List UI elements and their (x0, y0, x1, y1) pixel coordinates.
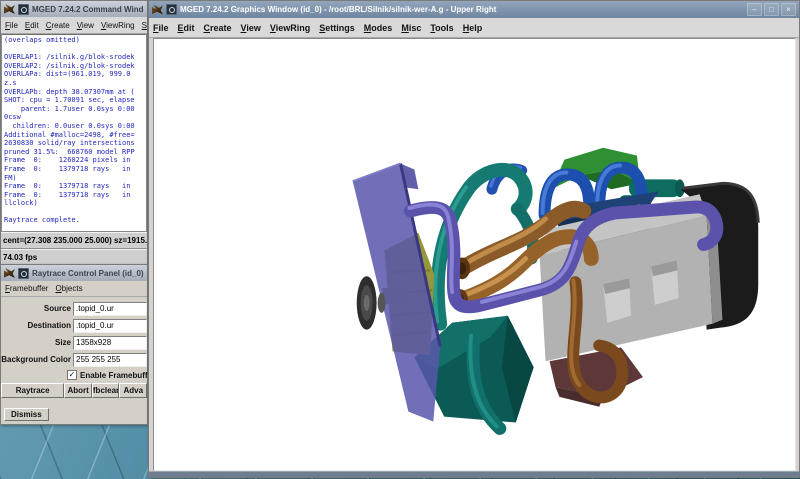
terminal-line: SHOT: cpu = 1.70091 sec, elapse (4, 96, 146, 105)
menu-item[interactable]: Se (142, 21, 147, 30)
terminal-line: Frame 0: 1379718 rays in (4, 191, 146, 200)
field-label: Source (1, 304, 73, 313)
field-entry[interactable]: .topid_0.ur (73, 302, 147, 316)
field-label: Destination (1, 321, 73, 330)
command-menubar: File Edit Create View ViewRing Se (1, 17, 147, 34)
terminal-line: pruned 31.5%: 668760 model RPP (4, 148, 146, 157)
terminal-line: OVERLAPb: depth 38.07307mm at ( (4, 88, 146, 97)
menu-item[interactable]: Framebuffer (5, 284, 48, 293)
enable-framebuffer-label: Enable Framebuffer (80, 371, 155, 380)
field-entry[interactable]: 255 255 255 (73, 353, 147, 367)
terminal-line: FM) (4, 174, 146, 183)
menu-item[interactable]: Edit (25, 21, 39, 30)
window-icon (166, 4, 177, 15)
menu-item[interactable]: Edit (178, 23, 195, 33)
terminal-line: children: 0.0user 0.0sys 0:00 (4, 122, 146, 131)
menu-item[interactable]: View (241, 23, 261, 33)
raytrace-panel-body: Source .topid_0.ur Destination .topid_0.… (1, 297, 147, 422)
field-row: Destination .topid_0.ur (1, 317, 147, 334)
terminal-line: OVERLAPa: dist=(961.019, 999.0 (4, 70, 146, 79)
menu-item[interactable]: File (5, 21, 18, 30)
terminal-line: Frame 0: 1379718 rays in (4, 182, 146, 191)
menu-item[interactable]: Settings (319, 23, 355, 33)
menu-item[interactable]: Tools (430, 23, 453, 33)
graphics-window-bottom-frame (149, 471, 799, 477)
minimize-button[interactable]: – (747, 3, 762, 16)
field-label: Background Color (1, 355, 73, 364)
menu-item[interactable]: ViewRing (270, 23, 310, 33)
field-entry[interactable]: .topid_0.ur (73, 319, 147, 333)
terminal-line: (overlaps omitted) (4, 36, 146, 45)
command-window-title: MGED 7.24.2 Command Window (id (32, 5, 144, 14)
field-label: Size (1, 338, 73, 347)
raytrace-menubar: Framebuffer Objects (1, 281, 147, 297)
graphics-window-titlebar[interactable]: MGED 7.24.2 Graphics Window (id_0) - /ro… (149, 1, 799, 18)
terminal-line: Additional #malloc=2498, #free= (4, 131, 146, 140)
raytrace-panel-title: Raytrace Control Panel (id_0) (32, 269, 144, 278)
raytrace-panel-titlebar[interactable]: Raytrace Control Panel (id_0) (1, 265, 147, 281)
menu-item[interactable]: Objects (55, 284, 82, 293)
terminal-line: Frame 0: 1260224 pixels in (4, 156, 146, 165)
close-button[interactable]: × (781, 3, 796, 16)
terminal-line: 0csw (4, 113, 146, 122)
terminal-line: parent: 1.7user 0.0sys 0:00 (4, 105, 146, 114)
enable-framebuffer-row: ✓ Enable Framebuffer (1, 368, 147, 382)
terminal-line: OVERLAP2: /silnik.g/blok-srodek (4, 62, 146, 71)
terminal-line (4, 45, 146, 54)
terminal-line: z.s (4, 79, 146, 88)
field-entry[interactable]: 1358x928 (73, 336, 147, 350)
raytrace-action-button[interactable]: fbclear (92, 383, 120, 398)
mged-logo-icon (152, 5, 163, 15)
field-row: Source .topid_0.ur (1, 300, 147, 317)
field-row: Size 1358x928 (1, 334, 147, 351)
raytrace-action-button[interactable]: Raytrace (1, 383, 64, 398)
graphics-window: MGED 7.24.2 Graphics Window (id_0) - /ro… (148, 0, 800, 478)
menu-item[interactable]: Create (46, 21, 70, 30)
engine-model (154, 39, 795, 470)
3d-viewport[interactable] (153, 38, 796, 471)
graphics-menubar: File Edit Create View ViewRing Settings Modes M… (149, 18, 799, 38)
terminal-prompt-line: mged> (4, 225, 146, 232)
field-row: Background Color 255 255 255 (1, 351, 147, 368)
view-center-status: cent=(27.308 235.000 25.000) sz=1915.383 (1, 232, 147, 249)
raytrace-buttons: RaytraceAbortfbclearAdva (1, 383, 147, 398)
command-window-titlebar[interactable]: MGED 7.24.2 Command Window (id (1, 1, 147, 17)
raytrace-action-button[interactable]: Adva (119, 383, 147, 398)
dismiss-row: Dismiss (1, 398, 147, 422)
terminal-line: Raytrace complete. (4, 216, 146, 225)
mged-logo-icon (4, 268, 15, 278)
menu-item[interactable]: View (77, 21, 94, 30)
terminal-line: Frame 0: 1379718 rays in (4, 165, 146, 174)
command-window: MGED 7.24.2 Command Window (id File Edit C… (0, 0, 148, 264)
menu-item[interactable]: Misc (401, 23, 421, 33)
raytrace-control-panel: Raytrace Control Panel (id_0) Framebuffe… (0, 264, 148, 425)
menu-item[interactable]: ViewRing (101, 21, 135, 30)
window-icon (18, 268, 29, 279)
menu-item[interactable]: Create (204, 23, 232, 33)
graphics-window-title: MGED 7.24.2 Graphics Window (id_0) - /ro… (180, 5, 744, 14)
raytrace-action-button[interactable]: Abort (64, 383, 92, 398)
terminal-line (4, 208, 146, 217)
terminal-line: llclock) (4, 199, 146, 208)
dismiss-button[interactable]: Dismiss (4, 408, 49, 421)
window-icon (18, 4, 29, 15)
terminal-output[interactable]: (overlaps omitted) OVERLAP1: /silnik.g/bl… (1, 34, 147, 232)
enable-framebuffer-checkbox[interactable]: ✓ (67, 370, 77, 380)
menu-item[interactable]: Modes (364, 23, 393, 33)
menu-item[interactable]: File (153, 23, 169, 33)
mged-logo-icon (4, 4, 15, 14)
menu-item[interactable]: Help (463, 23, 483, 33)
command-statusbar: cent=(27.308 235.000 25.000) sz=1915.383… (1, 232, 147, 266)
terminal-line: 2630830 solid/ray intersections (4, 139, 146, 148)
window-controls: – □ × (747, 3, 796, 16)
maximize-button[interactable]: □ (764, 3, 779, 16)
terminal-line: OVERLAP1: /silnik.g/blok-srodek (4, 53, 146, 62)
